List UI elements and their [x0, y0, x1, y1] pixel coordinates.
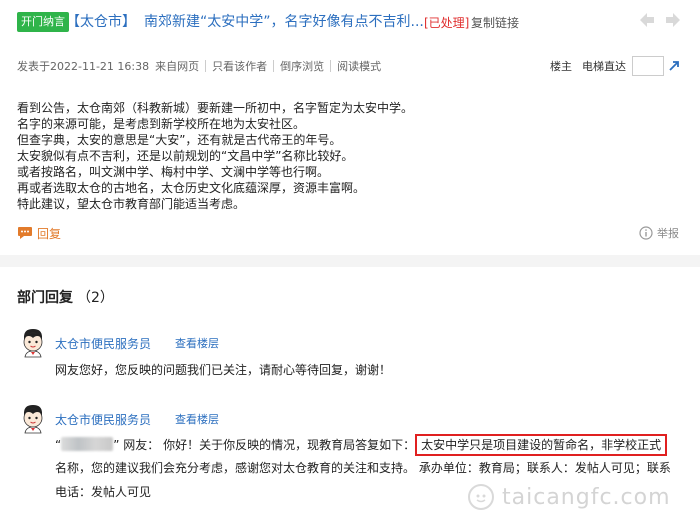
post-line: 但查字典，太安的意思是“大安”，还有就是古代帝王的年号。	[17, 133, 342, 147]
meta-divider	[205, 60, 207, 72]
thread-title: 【太仓市】 南郊新建“太安中学”，名字好像有点不吉利...	[66, 13, 424, 31]
reply-text-line: 电话：发帖人可见	[55, 485, 152, 499]
info-circle-icon	[639, 226, 653, 240]
post-source: 来自网页	[155, 60, 200, 73]
highlighted-text: 太安中学只是项目建设的暂命名，非学校正式	[415, 434, 668, 456]
site-watermark: taicangfc.com	[468, 482, 671, 512]
replier-name[interactable]: 太仓市便民服务员	[55, 411, 151, 428]
elevator-label: 电梯直达	[582, 60, 626, 73]
author-only-link[interactable]: 只看该作者	[212, 58, 267, 74]
post-line: 特此建议，望太仓市教育部门能适当考虑。	[17, 197, 246, 211]
view-floor-link[interactable]: 查看楼层	[175, 411, 219, 427]
copy-link-button[interactable]: 复制链接	[471, 14, 519, 31]
report-label: 举报	[657, 227, 679, 240]
post-time: 发表于2022-11-21 16:38	[17, 60, 150, 73]
blurred-username	[61, 437, 114, 451]
avatar[interactable]	[20, 328, 46, 358]
watermark-logo-icon	[468, 484, 494, 510]
dept-reply-item: 太仓市便民服务员 查看楼层 网友您好，您反映的问题我们已关注，请耐心等待回复，谢…	[17, 328, 687, 388]
post-line: 太安貌似有点不吉利，还是以前规划的“文昌中学”名称比较好。	[17, 149, 354, 163]
thread-owner-label: 楼主	[550, 60, 572, 73]
floor-jump-input[interactable]	[632, 56, 664, 76]
prev-thread-arrow-icon[interactable]	[638, 9, 656, 31]
meta-divider	[273, 60, 275, 72]
status-badge: [已处理]	[424, 16, 470, 30]
reply-text-line: 名称，您的建议我们会充分考虑，感谢您对太仓教育的关注和支持。 承办单位：教育局；…	[55, 461, 671, 475]
post-line: 再或者选取太仓的古地名，太仓历史文化底蕴深厚，资源丰富啊。	[17, 181, 366, 195]
post-line: 或者按路名，叫文渊中学、梅村中学、文澜中学等也行啊。	[17, 165, 330, 179]
reply-text-line: “” 网友： 你好！关于你反映的情况，现教育局答复如下： 太安中学只是项目建设的暂…	[55, 434, 668, 456]
read-mode-link[interactable]: 阅读模式	[337, 58, 381, 74]
meta-divider	[330, 60, 332, 72]
reply-text: 网友： 你好！关于你反映的情况，现教育局答复如下：	[123, 438, 416, 452]
post-line: 看到公告，太仓南郊（科教新城）要新建一所初中，名字暂定为太安中学。	[17, 101, 414, 115]
replier-name[interactable]: 太仓市便民服务员	[55, 335, 151, 352]
category-badge[interactable]: 开门纳言	[17, 12, 69, 32]
view-floor-link[interactable]: 查看楼层	[175, 335, 219, 351]
jump-go-icon[interactable]	[668, 60, 680, 72]
dept-reply-heading: 部门回复 （2）	[17, 289, 114, 307]
city-tag[interactable]: 【太仓市】	[66, 14, 136, 30]
thread-subject: 南郊新建“太安中学”，名字好像有点不吉利...	[144, 14, 424, 30]
reverse-order-link[interactable]: 倒序浏览	[280, 58, 324, 74]
avatar[interactable]	[20, 404, 46, 434]
post-meta: 发表于2022-11-21 16:38 来自网页 只看该作者 倒序浏览 阅读模式	[17, 58, 381, 74]
reply-button[interactable]: 回复	[17, 224, 61, 242]
report-button[interactable]: 举报	[639, 224, 679, 242]
dept-reply-count: （2）	[77, 290, 114, 306]
floor-tools: 楼主 电梯直达	[550, 56, 680, 76]
watermark-text: taicangfc.com	[502, 484, 671, 510]
dept-reply-title: 部门回复	[17, 290, 73, 306]
section-divider	[0, 255, 700, 267]
thread-nav	[638, 9, 682, 31]
reply-label: 回复	[37, 226, 62, 241]
thread-header: 开门纳言 【太仓市】 南郊新建“太安中学”，名字好像有点不吉利... [已处理] …	[0, 0, 700, 48]
next-thread-arrow-icon[interactable]	[664, 9, 682, 31]
quote-close: ”	[113, 438, 120, 452]
post-content: 看到公告，太仓南郊（科教新城）要新建一所初中，名字暂定为太安中学。 名字的来源可…	[17, 100, 677, 212]
chat-bubble-icon	[18, 227, 32, 239]
post-line: 名字的来源可能，是考虑到新学校所在地为太安社区。	[17, 117, 306, 131]
reply-text: 网友您好，您反映的问题我们已关注，请耐心等待回复，谢谢！	[55, 363, 392, 377]
